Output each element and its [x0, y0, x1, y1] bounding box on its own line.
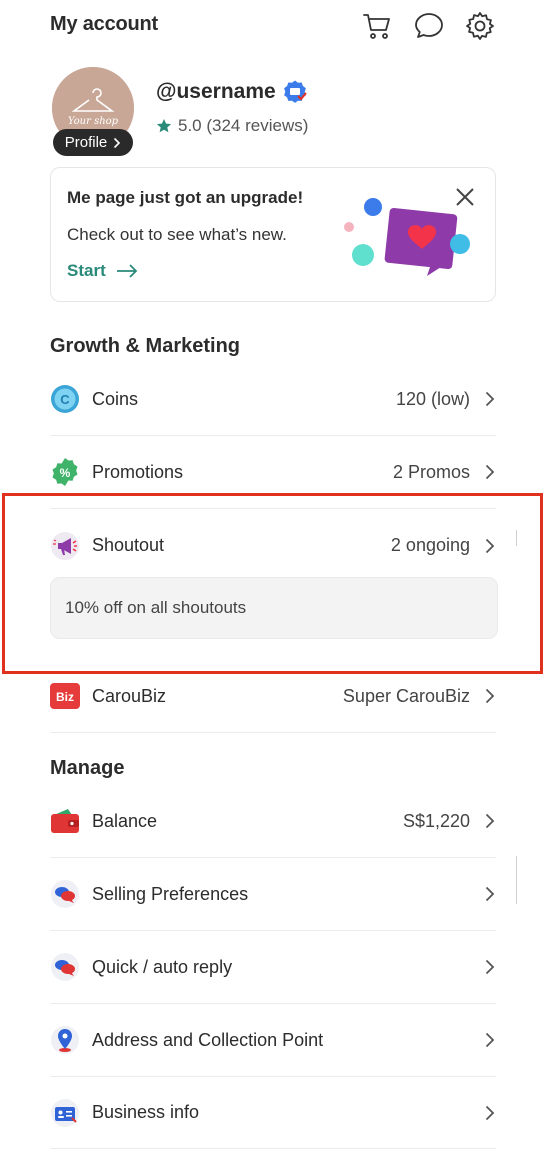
- chevron-right-icon: [485, 538, 495, 553]
- row-value: 2 ongoing: [390, 535, 470, 555]
- row-label: Coins: [92, 388, 139, 409]
- coin-icon: C: [50, 384, 80, 414]
- row-value: Super CarouBiz: [342, 685, 470, 706]
- chat-bubbles-icon: [50, 879, 80, 909]
- promotion-badge-icon: %: [50, 457, 80, 487]
- row-coins[interactable]: C Coins 120 (low): [50, 363, 496, 436]
- username-row: @username: [156, 79, 308, 105]
- card-subtitle: Check out to see what’s new.: [67, 225, 287, 244]
- profile-button[interactable]: Profile: [53, 129, 133, 156]
- chevron-right-icon: [114, 137, 121, 148]
- chat-icon[interactable]: [412, 9, 446, 43]
- arrow-right-icon: [116, 264, 138, 278]
- verified-badge-icon: [283, 80, 307, 103]
- card-title: Me page just got an upgrade!: [67, 188, 304, 207]
- row-value: 2 Promos: [392, 461, 470, 482]
- top-bar: My account: [0, 0, 548, 52]
- page-title: My account: [50, 13, 159, 35]
- location-pin-icon: [50, 1025, 80, 1055]
- row-label: Quick / auto reply: [92, 956, 233, 977]
- business-card-icon: [50, 1098, 80, 1128]
- chevron-right-icon: [485, 1105, 495, 1120]
- section-heading-growth: Growth & Marketing: [50, 335, 241, 357]
- row-value: S$1,220: [402, 810, 470, 831]
- row-quick-auto-reply[interactable]: Quick / auto reply: [50, 931, 496, 1004]
- star-icon: [156, 119, 172, 133]
- megaphone-icon: [50, 531, 80, 561]
- row-label: Business info: [92, 1102, 200, 1122]
- shoutout-promo-banner[interactable]: 10% off on all shoutouts: [50, 577, 498, 639]
- cart-icon[interactable]: [360, 9, 394, 43]
- row-shoutout[interactable]: Shoutout 2 ongoing: [50, 509, 496, 582]
- row-label: CarouBiz: [92, 685, 167, 706]
- row-selling-preferences[interactable]: Selling Preferences: [50, 858, 496, 931]
- chat-bubbles-icon: [50, 952, 80, 982]
- row-business-info[interactable]: Business info: [50, 1076, 496, 1149]
- start-button[interactable]: Start: [67, 261, 138, 281]
- divider: [50, 1148, 496, 1149]
- wallet-icon: [50, 806, 80, 836]
- username: @username: [156, 80, 276, 103]
- row-balance[interactable]: Balance S$1,220: [50, 785, 496, 858]
- chevron-right-icon: [485, 886, 495, 902]
- scroll-indicator: [516, 856, 517, 904]
- row-label: Selling Preferences: [92, 883, 249, 904]
- chevron-right-icon: [485, 464, 495, 480]
- biz-badge-text: Biz: [56, 690, 74, 704]
- svg-text:%: %: [60, 466, 71, 480]
- chevron-right-icon: [485, 1032, 495, 1048]
- rating-text: 5.0 (324 reviews): [178, 116, 309, 135]
- scroll-indicator: [516, 530, 517, 546]
- profile-button-label: Profile: [64, 134, 108, 151]
- chevron-right-icon: [485, 959, 495, 975]
- chevron-right-icon: [485, 688, 495, 704]
- section-heading-manage: Manage: [50, 757, 125, 779]
- row-value: 120 (low): [395, 388, 470, 409]
- rating-row: 5.0 (324 reviews): [156, 116, 308, 136]
- heart-message-illustration: [344, 198, 470, 276]
- upgrade-announcement-card: Me page just got an upgrade! Check out t…: [50, 167, 496, 302]
- row-promotions[interactable]: % Promotions 2 Promos: [50, 436, 496, 509]
- row-label: Shoutout: [92, 535, 165, 555]
- avatar-logo-text: Your shop: [68, 116, 119, 127]
- chevron-right-icon: [485, 391, 495, 407]
- biz-icon: Biz: [50, 681, 80, 711]
- start-label: Start: [67, 261, 106, 280]
- row-label: Promotions: [92, 461, 184, 482]
- row-address-collection[interactable]: Address and Collection Point: [50, 1004, 496, 1077]
- gear-icon[interactable]: [463, 9, 497, 43]
- svg-text:C: C: [60, 392, 70, 407]
- chevron-right-icon: [485, 813, 495, 829]
- row-caroubiz[interactable]: Biz CarouBiz Super CarouBiz: [50, 660, 496, 733]
- row-label: Balance: [92, 810, 158, 831]
- row-label: Address and Collection Point: [92, 1029, 324, 1050]
